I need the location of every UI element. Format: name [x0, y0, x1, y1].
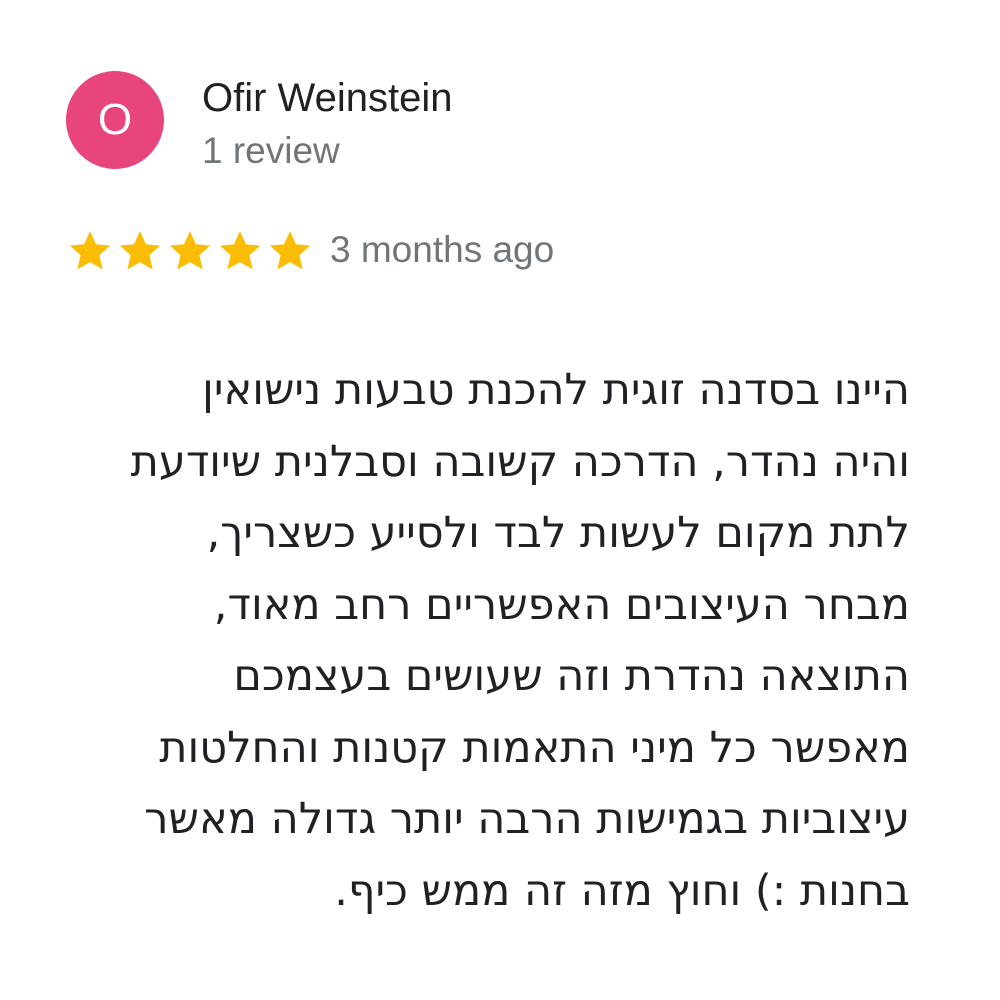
star-rating: [66, 228, 314, 274]
review-text: היינו בסדנה זוגית להכנת טבעות נישואין וה…: [110, 355, 910, 927]
star-icon: [119, 231, 161, 270]
review-count[interactable]: 1 review: [202, 130, 340, 172]
review-text-line: לתת מקום לעשות לבד ולסייע כשצריך,: [206, 508, 910, 558]
star-icon: [69, 231, 111, 270]
review-text-line: עיצוביות בגמישות הרבה יותר גדולה מאשר: [144, 794, 910, 844]
review-text-line: מבחר העיצובים האפשריים רחב מאוד,: [213, 579, 910, 630]
review-text-line: בחנות :) וחוץ מזה זה ממש כיף.: [334, 865, 910, 916]
star-icon: [169, 231, 211, 270]
avatar[interactable]: O: [66, 71, 164, 169]
reviewer-name[interactable]: Ofir Weinstein: [202, 76, 452, 121]
review-text-line: והיה נהדר, הדרכה קשובה וסבלנית שיודעת: [130, 436, 910, 487]
star-icon: [269, 231, 311, 270]
review-timestamp: 3 months ago: [330, 229, 555, 270]
review-text-line: התוצאה נהדרת וזה שעושים בעצמכם: [233, 651, 910, 701]
star-icon: [219, 231, 261, 270]
review-text-line: היינו בסדנה זוגית להכנת טבעות נישואין: [202, 365, 910, 415]
avatar-initial: O: [97, 95, 133, 144]
review-text-line: מאפשר כל מיני התאמות קטנות והחלטות: [159, 722, 910, 773]
